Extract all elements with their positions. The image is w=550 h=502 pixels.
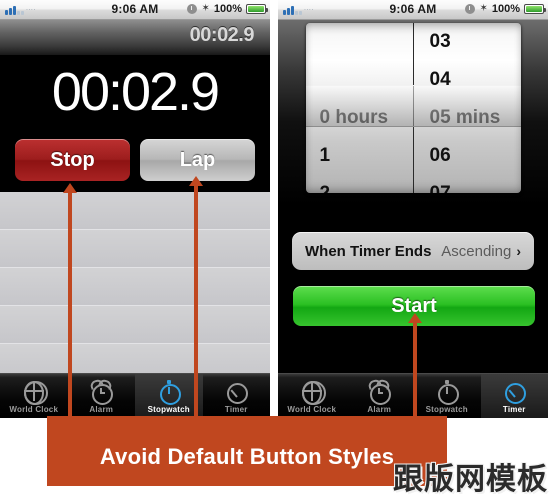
picker-item[interactable]: 2 bbox=[306, 175, 413, 193]
battery-icon bbox=[246, 4, 268, 14]
when-timer-ends-label: When Timer Ends bbox=[305, 242, 432, 260]
sound-value-label: Ascending bbox=[441, 242, 512, 260]
stopwatch-button-row: Stop Lap bbox=[0, 128, 270, 192]
picker-item[interactable]: 06 bbox=[414, 137, 521, 175]
lap-time-readout: 00:02.9 bbox=[189, 24, 255, 46]
lap-row bbox=[0, 268, 270, 306]
bluetooth-icon: ✶ bbox=[201, 3, 210, 14]
annotation-banner: Avoid Default Button Styles bbox=[47, 416, 447, 486]
battery-icon bbox=[524, 4, 546, 14]
picker-item[interactable]: 03 bbox=[414, 23, 521, 61]
tab-label: Stopwatch bbox=[147, 404, 190, 414]
tab-label: Timer bbox=[224, 404, 248, 414]
tab-bar-left: World Clock Alarm Stopwatch Timer bbox=[0, 373, 270, 418]
tab-world-clock[interactable]: World Clock bbox=[278, 374, 346, 418]
minutes-picker-column[interactable]: 03 04 05 mins 06 07 bbox=[412, 23, 521, 193]
annotation-banner-text: Avoid Default Button Styles bbox=[99, 444, 395, 469]
globe-icon bbox=[22, 379, 48, 405]
clock-icon bbox=[187, 4, 198, 14]
tab-label: Alarm bbox=[367, 404, 392, 414]
timer-picker-area: 0 hours 1 2 03 04 05 mins 06 07 bbox=[278, 20, 548, 205]
lap-row bbox=[0, 306, 270, 344]
timer-icon bbox=[502, 379, 527, 404]
status-bar-left: .... 9:06 AM ✶ 100% bbox=[0, 0, 270, 20]
battery-percent: 100% bbox=[491, 3, 520, 15]
clock-icon bbox=[465, 4, 476, 14]
lap-row bbox=[0, 230, 270, 268]
status-indicators: ✶ 100% bbox=[187, 3, 268, 15]
picker-item-selected[interactable]: 05 mins bbox=[414, 99, 521, 137]
tab-stopwatch[interactable]: Stopwatch bbox=[135, 374, 203, 418]
tab-label: Timer bbox=[502, 404, 526, 414]
tab-label: Alarm bbox=[89, 404, 114, 414]
picker-item[interactable]: 04 bbox=[414, 61, 521, 99]
tab-stopwatch[interactable]: Stopwatch bbox=[413, 374, 481, 418]
tab-label: World Clock bbox=[287, 404, 337, 414]
globe-icon bbox=[300, 379, 326, 405]
picker-item[interactable]: 1 bbox=[306, 137, 413, 175]
duration-picker[interactable]: 0 hours 1 2 03 04 05 mins 06 07 bbox=[305, 23, 521, 193]
watermark: 跟版网模板 bbox=[393, 462, 548, 497]
tab-alarm[interactable]: Alarm bbox=[68, 374, 136, 418]
picker-item-selected[interactable]: 0 hours bbox=[306, 99, 413, 137]
tab-label: Stopwatch bbox=[425, 404, 468, 414]
stopwatch-icon bbox=[435, 379, 459, 405]
lap-list[interactable] bbox=[0, 192, 270, 382]
elapsed-time-readout: 00:02.9 bbox=[51, 61, 220, 122]
screenshot-stage: .... 9:06 AM ✶ 100% 00:02.9 00:02.9 Stop… bbox=[0, 0, 550, 502]
bluetooth-icon: ✶ bbox=[479, 3, 488, 14]
tab-timer[interactable]: Timer bbox=[480, 374, 548, 418]
stop-button[interactable]: Stop bbox=[14, 138, 131, 182]
chevron-right-icon: › bbox=[516, 243, 521, 259]
annotation-arrow-stop bbox=[63, 183, 77, 422]
picker-item[interactable] bbox=[306, 61, 413, 99]
lap-row bbox=[0, 192, 270, 230]
tab-label: World Clock bbox=[9, 404, 59, 414]
tab-world-clock[interactable]: World Clock bbox=[0, 374, 68, 418]
alarm-clock-icon bbox=[89, 377, 114, 405]
status-indicators: ✶ 100% bbox=[465, 3, 546, 15]
stopwatch-icon bbox=[157, 379, 181, 405]
annotation-arrow-lap bbox=[189, 176, 203, 422]
timer-icon bbox=[224, 379, 249, 404]
hours-picker-column[interactable]: 0 hours 1 2 bbox=[305, 23, 413, 193]
tab-alarm[interactable]: Alarm bbox=[346, 374, 414, 418]
when-timer-ends-row[interactable]: When Timer Ends Ascending › bbox=[292, 232, 534, 270]
annotation-arrow-start bbox=[408, 313, 422, 422]
status-bar-right: .... 9:06 AM ✶ 100% bbox=[278, 0, 548, 20]
picker-item[interactable] bbox=[306, 23, 413, 61]
battery-percent: 100% bbox=[213, 3, 242, 15]
alarm-clock-icon bbox=[367, 377, 392, 405]
stopwatch-screen: .... 9:06 AM ✶ 100% 00:02.9 00:02.9 Stop… bbox=[0, 0, 270, 418]
stopwatch-main-display: 00:02.9 bbox=[0, 55, 270, 128]
picker-item[interactable]: 07 bbox=[414, 175, 521, 193]
tab-timer[interactable]: Timer bbox=[203, 374, 271, 418]
stopwatch-secondary-display: 00:02.9 bbox=[0, 20, 270, 55]
when-timer-ends-value: Ascending › bbox=[441, 243, 521, 260]
